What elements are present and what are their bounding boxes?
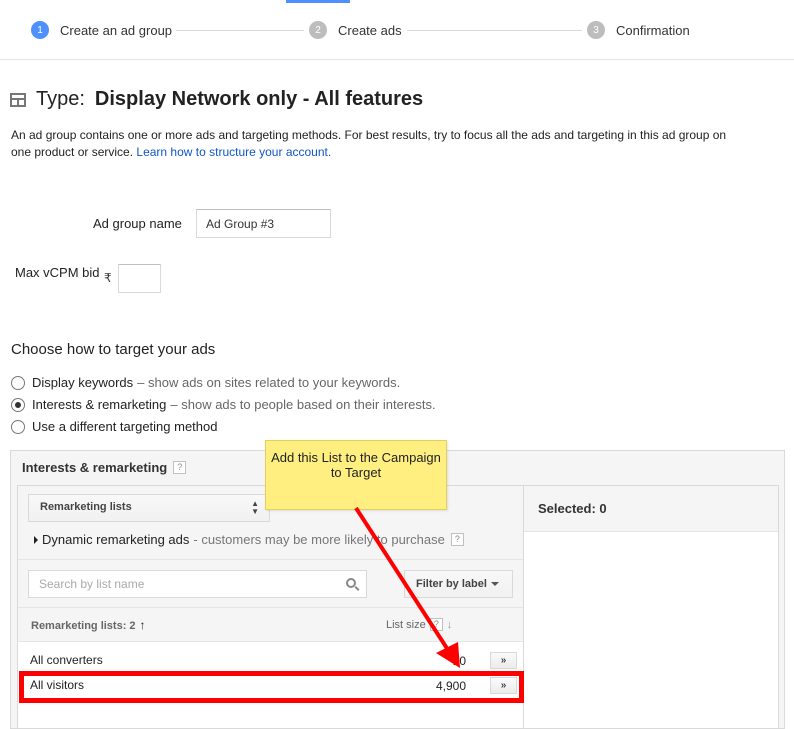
sort-up-arrow-icon: ↑ bbox=[139, 618, 146, 632]
option-display-keywords[interactable]: Display keywords – show ads on sites rel… bbox=[11, 375, 400, 390]
select-value: Remarketing lists bbox=[40, 501, 132, 513]
layout-icon bbox=[10, 92, 26, 107]
list-type-select[interactable]: Remarketing lists ▲ ▼ bbox=[28, 494, 270, 522]
type-value: Display Network only - All features bbox=[94, 88, 424, 110]
option-interests-remarketing[interactable]: Interests & remarketing – show ads to pe… bbox=[11, 397, 436, 412]
ad-group-name-label: Ad group name bbox=[93, 216, 182, 231]
option-different-method[interactable]: Use a different targeting method bbox=[11, 419, 218, 434]
radio-button[interactable] bbox=[11, 419, 25, 434]
annotation-callout: Add this List to the Campaign to Target bbox=[265, 440, 447, 510]
stepper-accent-bar bbox=[286, 0, 350, 3]
list-header: Remarketing lists: 2 ↑ List size ? ↓ bbox=[18, 608, 523, 642]
max-bid-label: Max vCPM bid bbox=[15, 265, 100, 280]
option-label: Use a different targeting method bbox=[32, 419, 218, 434]
selected-pane: Selected: 0 bbox=[523, 485, 779, 729]
chevron-down-icon bbox=[490, 582, 499, 587]
step-label: Create an ad group bbox=[60, 22, 173, 38]
step-connector bbox=[176, 30, 304, 31]
expand-triangle-icon bbox=[34, 535, 38, 544]
learn-more-link[interactable]: Learn how to structure your account. bbox=[136, 145, 331, 159]
panel-title: Interests & remarketing ? bbox=[22, 460, 187, 475]
intro-body: An ad group contains one or more ads and… bbox=[11, 128, 727, 159]
intro-text: An ad group contains one or more ads and… bbox=[11, 127, 731, 161]
list-size: 10 bbox=[452, 654, 466, 668]
dynamic-remarketing-toggle[interactable]: Dynamic remarketing ads - customers may … bbox=[34, 532, 464, 547]
step-number: 2 bbox=[309, 21, 327, 39]
dynamic-desc: - customers may be more likely to purcha… bbox=[193, 532, 445, 547]
list-search-input[interactable]: Search by list name bbox=[28, 570, 367, 598]
search-placeholder: Search by list name bbox=[39, 577, 145, 591]
sort-by-name[interactable]: Remarketing lists: 2 ↑ bbox=[31, 618, 146, 632]
sort-down-arrow-icon: ↓ bbox=[446, 618, 453, 631]
radio-button[interactable] bbox=[11, 375, 25, 390]
step-number: 3 bbox=[587, 21, 605, 39]
help-icon[interactable]: ? bbox=[429, 618, 443, 631]
filter-area: Search by list name Filter by label bbox=[18, 560, 523, 608]
step-connector bbox=[407, 30, 582, 31]
targeting-heading: Choose how to target your ads bbox=[11, 341, 216, 358]
rupee-icon: ₹ bbox=[104, 271, 112, 285]
step-create-ads[interactable]: 2 Create ads bbox=[309, 21, 402, 39]
list-header-size: List size bbox=[386, 618, 426, 631]
add-list-button[interactable]: » bbox=[490, 652, 517, 669]
list-header-name: Remarketing lists: 2 bbox=[31, 620, 136, 632]
list-row-all-converters: All converters 10 » bbox=[18, 647, 523, 673]
selected-count: Selected: 0 bbox=[524, 486, 778, 532]
list-name: All converters bbox=[30, 653, 103, 667]
option-desc: – show ads on sites related to your keyw… bbox=[137, 375, 401, 390]
dynamic-label: Dynamic remarketing ads bbox=[42, 532, 190, 547]
ad-group-name-input[interactable] bbox=[196, 209, 331, 238]
step-label: Confirmation bbox=[616, 22, 690, 38]
step-label: Create ads bbox=[338, 22, 402, 38]
type-label: Type: bbox=[36, 88, 85, 110]
sort-by-size[interactable]: List size ? ↓ bbox=[386, 618, 452, 631]
filter-label: Filter by label bbox=[416, 578, 487, 590]
filter-by-label-button[interactable]: Filter by label bbox=[404, 570, 513, 598]
panel-title-text: Interests & remarketing bbox=[22, 460, 168, 475]
radio-button-checked[interactable] bbox=[11, 397, 25, 412]
updown-arrows-icon: ▲ ▼ bbox=[251, 499, 259, 516]
option-label: Display keywords bbox=[32, 375, 134, 390]
highlight-box bbox=[19, 671, 524, 703]
max-bid-input[interactable] bbox=[118, 264, 161, 293]
progress-stepper: 1 Create an ad group 2 Create ads 3 Conf… bbox=[0, 0, 794, 60]
search-icon bbox=[346, 578, 356, 588]
option-desc: – show ads to people based on their inte… bbox=[170, 397, 436, 412]
help-icon[interactable]: ? bbox=[173, 461, 187, 474]
step-create-ad-group[interactable]: 1 Create an ad group bbox=[31, 21, 172, 39]
page-title: Type: Display Network only - All feature… bbox=[10, 88, 423, 111]
step-confirmation[interactable]: 3 Confirmation bbox=[587, 21, 690, 39]
help-icon[interactable]: ? bbox=[450, 533, 464, 546]
option-label: Interests & remarketing bbox=[32, 397, 167, 412]
step-number: 1 bbox=[31, 21, 49, 39]
